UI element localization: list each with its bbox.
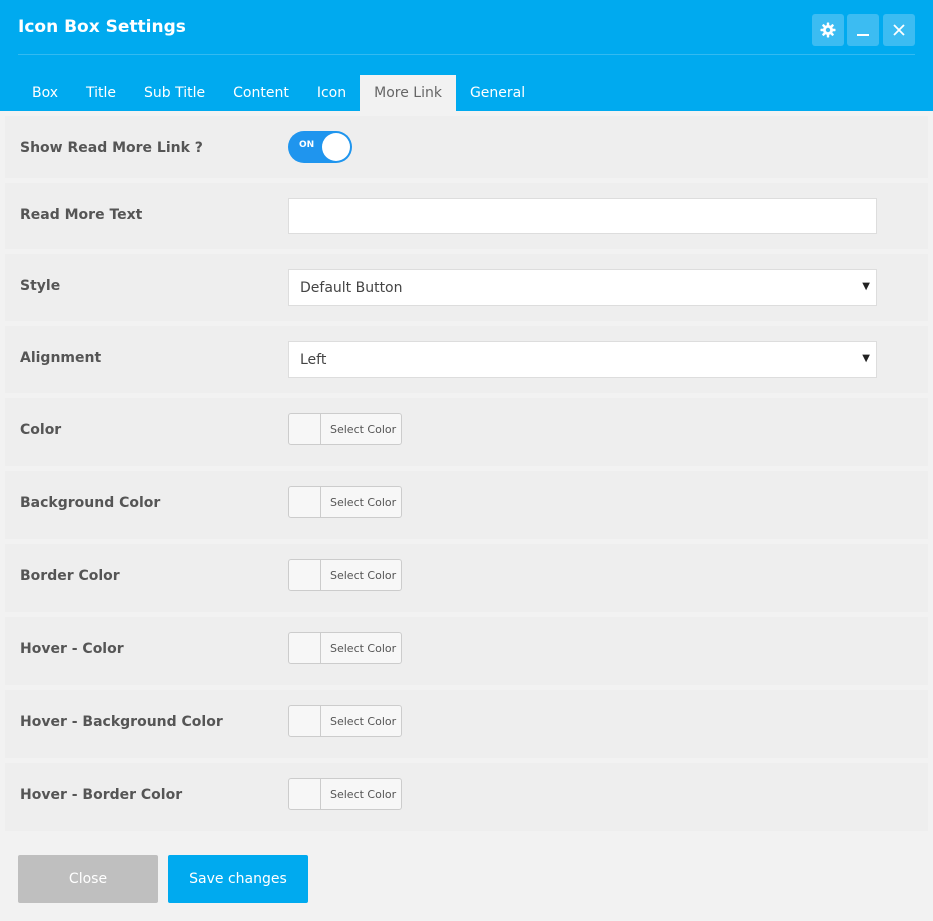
modal-title: Icon Box Settings (18, 17, 186, 37)
field-row-border-color: Border Color Select Color (5, 544, 928, 612)
tab-more-link[interactable]: More Link (360, 75, 456, 111)
header-divider (18, 54, 915, 55)
modal-header: Icon Box Settings Box Title Sub Title Co… (0, 0, 933, 111)
chevron-down-icon: ▼ (862, 353, 870, 364)
hover-background-color-picker-button[interactable]: Select Color (288, 705, 402, 737)
select-color-text: Select Color (330, 423, 397, 436)
color-swatch (289, 706, 321, 736)
color-swatch (289, 414, 321, 444)
field-row-show-read-more: Show Read More Link ? ON (5, 116, 928, 178)
minimize-icon (856, 23, 870, 37)
read-more-text-input[interactable] (288, 198, 877, 234)
hover-background-color-label: Hover - Background Color (20, 714, 223, 730)
color-picker-button[interactable]: Select Color (288, 413, 402, 445)
style-label: Style (20, 278, 61, 294)
toggle-state-text: ON (299, 140, 315, 150)
border-color-picker-button[interactable]: Select Color (288, 559, 402, 591)
tab-title[interactable]: Title (72, 75, 130, 111)
tab-box[interactable]: Box (18, 75, 72, 111)
style-selected-value: Default Button (300, 280, 403, 296)
field-row-read-more-text: Read More Text (5, 183, 928, 249)
tab-bar: Box Title Sub Title Content Icon More Li… (18, 75, 539, 111)
border-color-label: Border Color (20, 568, 120, 584)
hover-border-color-label: Hover - Border Color (20, 787, 183, 803)
background-color-label: Background Color (20, 495, 161, 511)
color-swatch (289, 779, 321, 809)
color-swatch (289, 633, 321, 663)
hover-color-picker-button[interactable]: Select Color (288, 632, 402, 664)
background-color-picker-button[interactable]: Select Color (288, 486, 402, 518)
field-row-hover-background-color: Hover - Background Color Select Color (5, 690, 928, 758)
close-icon (892, 23, 906, 37)
select-color-text: Select Color (330, 496, 397, 509)
select-color-text: Select Color (330, 715, 397, 728)
alignment-label: Alignment (20, 350, 102, 366)
field-row-hover-border-color: Hover - Border Color Select Color (5, 763, 928, 831)
color-swatch (289, 487, 321, 517)
settings-button[interactable] (812, 14, 844, 46)
close-window-button[interactable] (883, 14, 915, 46)
color-label: Color (20, 422, 62, 438)
field-row-alignment: Alignment Left ▼ (5, 326, 928, 393)
save-changes-button[interactable]: Save changes (168, 855, 308, 903)
tab-icon[interactable]: Icon (303, 75, 360, 111)
toggle-knob (322, 133, 350, 161)
close-button[interactable]: Close (18, 855, 158, 903)
alignment-select[interactable]: Left ▼ (288, 341, 877, 378)
field-row-background-color: Background Color Select Color (5, 471, 928, 539)
chevron-down-icon: ▼ (862, 281, 870, 292)
show-read-more-toggle[interactable]: ON (288, 131, 352, 163)
read-more-text-label: Read More Text (20, 207, 143, 223)
hover-color-label: Hover - Color (20, 641, 124, 657)
style-select[interactable]: Default Button ▼ (288, 269, 877, 306)
tab-general[interactable]: General (456, 75, 539, 111)
select-color-text: Select Color (330, 569, 397, 582)
tab-content[interactable]: Content (219, 75, 303, 111)
alignment-selected-value: Left (300, 352, 327, 368)
color-swatch (289, 560, 321, 590)
show-read-more-label: Show Read More Link ? (20, 140, 203, 156)
select-color-text: Select Color (330, 788, 397, 801)
field-row-hover-color: Hover - Color Select Color (5, 617, 928, 685)
gear-icon (820, 22, 836, 38)
field-row-style: Style Default Button ▼ (5, 254, 928, 321)
field-row-color: Color Select Color (5, 398, 928, 466)
hover-border-color-picker-button[interactable]: Select Color (288, 778, 402, 810)
select-color-text: Select Color (330, 642, 397, 655)
tab-sub-title[interactable]: Sub Title (130, 75, 219, 111)
minimize-button[interactable] (847, 14, 879, 46)
